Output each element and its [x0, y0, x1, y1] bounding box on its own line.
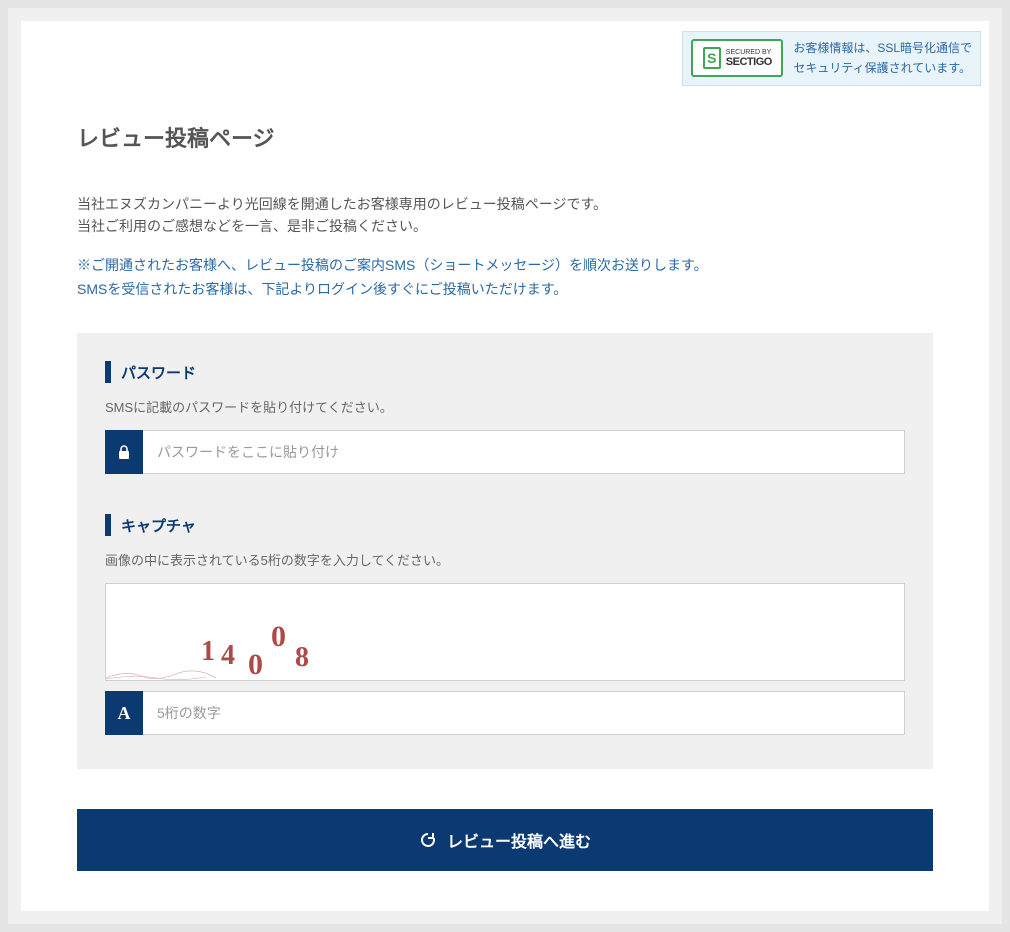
captcha-input-group: A	[105, 691, 905, 735]
intro-text: 当社エヌズカンパニーより光回線を開通したお客様専用のレビュー投稿ページです。 当…	[77, 193, 933, 238]
text-icon: A	[105, 691, 143, 735]
captcha-digit-2: 4	[221, 640, 235, 672]
content-area: レビュー投稿ページ 当社エヌズカンパニーより光回線を開通したお客様専用のレビュー…	[21, 21, 989, 911]
main-container: S SECURED BY SECTIGO お客様情報は、SSL暗号化通信で セキ…	[21, 21, 989, 911]
captcha-digit-3: 0	[248, 648, 263, 681]
sectigo-logo: S SECURED BY SECTIGO	[691, 39, 783, 77]
ssl-desc-line1: お客様情報は、SSL暗号化通信で	[793, 41, 972, 55]
submit-button-label: レビュー投稿へ進む	[447, 828, 591, 852]
lock-icon	[105, 430, 143, 474]
sectigo-shield-icon: S	[703, 47, 721, 69]
notice-text: ※ご開通されたお客様へ、レビュー投稿のご案内SMS（ショートメッセージ）を順次お…	[77, 254, 933, 302]
intro-line1: 当社エヌズカンパニーより光回線を開通したお客様専用のレビュー投稿ページです。	[77, 196, 607, 212]
section-bar-icon	[105, 361, 111, 383]
page-title: レビュー投稿ページ	[77, 121, 933, 153]
ssl-desc-line2: セキュリティ保護されています。	[793, 61, 971, 75]
captcha-label: キャプチャ	[121, 515, 196, 536]
sectigo-text: SECURED BY SECTIGO	[726, 49, 772, 69]
password-input-group	[105, 430, 905, 474]
captcha-help: 画像の中に表示されている5桁の数字を入力してください。	[105, 550, 905, 569]
section-bar-icon	[105, 514, 111, 536]
captcha-section-header: キャプチャ	[105, 514, 905, 536]
ssl-badge: S SECURED BY SECTIGO お客様情報は、SSL暗号化通信で セキ…	[682, 31, 981, 86]
notice-line1: ※ご開通されたお客様へ、レビュー投稿のご案内SMS（ショートメッセージ）を順次お…	[77, 257, 708, 273]
refresh-icon	[419, 831, 437, 849]
login-form: パスワード SMSに記載のパスワードを貼り付けてください。 キャプチャ	[77, 333, 933, 769]
intro-line2: 当社ご利用のご感想などを一言、是非ご投稿ください。	[77, 218, 427, 234]
submit-button[interactable]: レビュー投稿へ進む	[77, 809, 933, 871]
captcha-input[interactable]	[143, 691, 905, 735]
page-wrapper: S SECURED BY SECTIGO お客様情報は、SSL暗号化通信で セキ…	[8, 8, 1002, 924]
ssl-description: お客様情報は、SSL暗号化通信で セキュリティ保護されています。	[793, 38, 972, 79]
captcha-digit-1: 1	[201, 636, 215, 668]
captcha-digit-5: 8	[295, 642, 309, 674]
password-input[interactable]	[143, 430, 905, 474]
captcha-digit-4: 0	[271, 620, 286, 654]
password-section-header: パスワード	[105, 361, 905, 383]
notice-line2: SMSを受信されたお客様は、下記よりログイン後すぐにご投稿いただけます。	[77, 281, 567, 297]
password-help: SMSに記載のパスワードを貼り付けてください。	[105, 397, 905, 416]
password-label: パスワード	[121, 362, 196, 383]
sectigo-secured-by: SECURED BY	[726, 49, 772, 57]
captcha-image: 1 4 0 0 8	[105, 583, 905, 681]
sectigo-brand: SECTIGO	[726, 56, 772, 68]
